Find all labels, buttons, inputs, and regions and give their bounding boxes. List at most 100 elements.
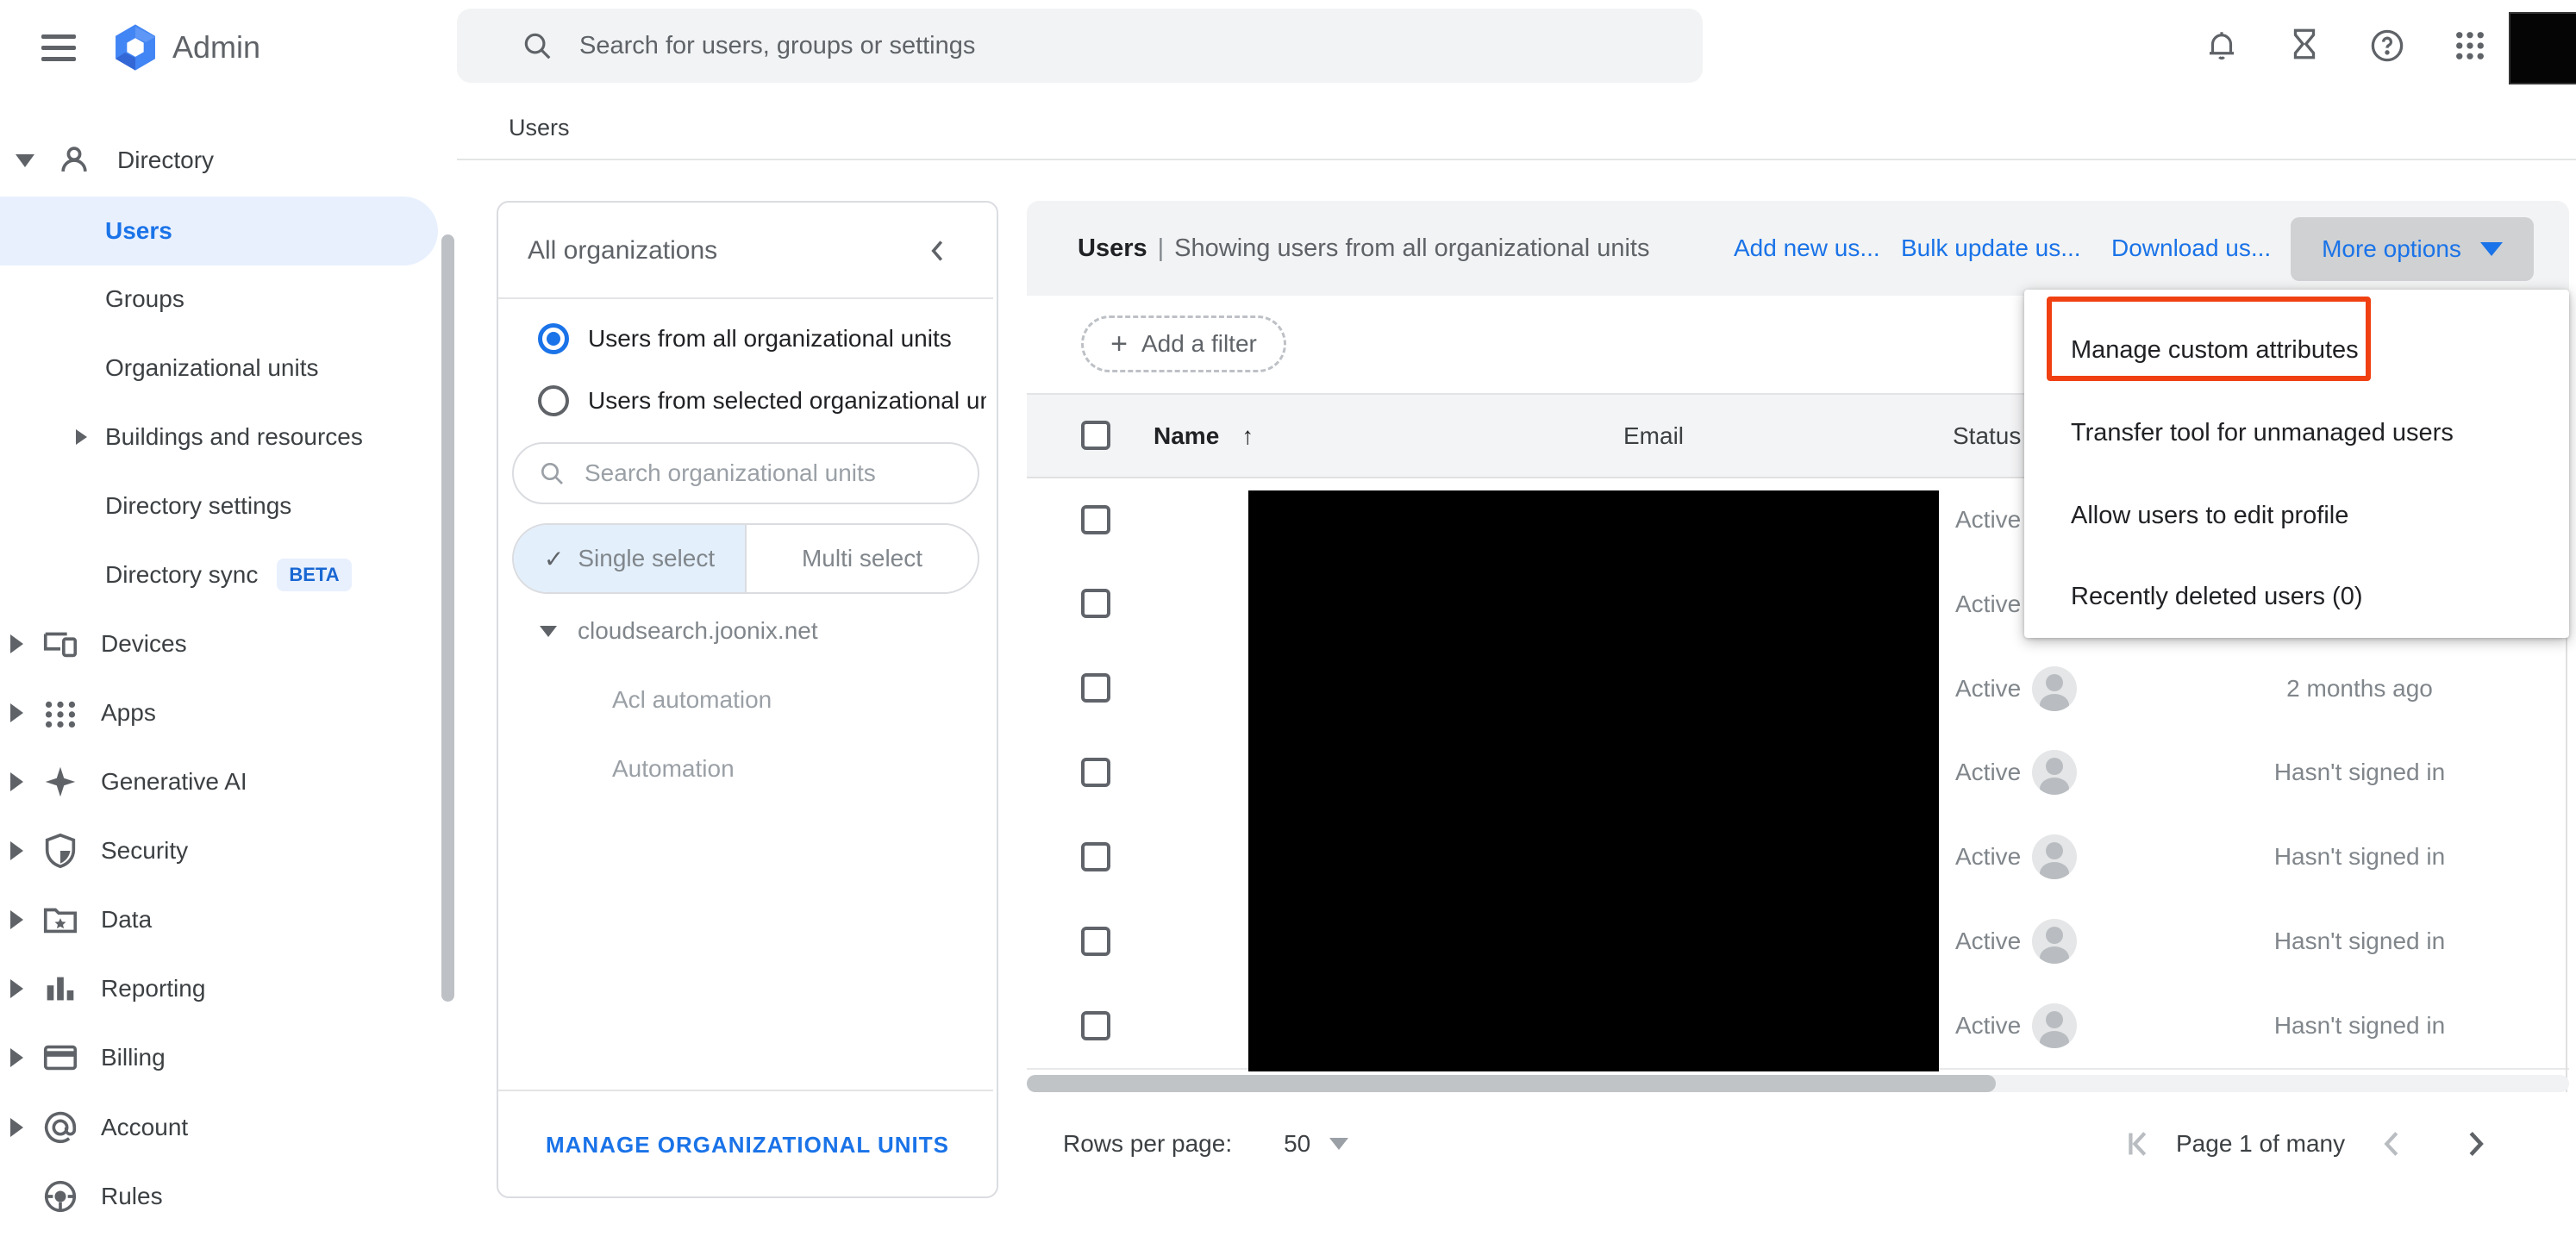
sidebar-item-groups[interactable]: Groups: [105, 265, 184, 334]
row-checkbox[interactable]: [1081, 673, 1110, 703]
chevron-right-icon: [10, 634, 23, 653]
sort-ascending-icon: ↑: [1241, 422, 1254, 450]
hourglass-icon[interactable]: [2286, 26, 2323, 62]
status-cell: Active: [1955, 646, 2021, 730]
global-search-placeholder: Search for users, groups or settings: [579, 32, 975, 60]
plus-icon: +: [1110, 328, 1128, 361]
column-header-email[interactable]: Email: [1623, 393, 1684, 478]
chevron-right-icon: [76, 429, 87, 445]
column-header-name[interactable]: Name ↑: [1154, 393, 1254, 478]
status-cell: Active: [1955, 561, 2021, 646]
row-checkbox[interactable]: [1081, 842, 1110, 871]
menu-item-allow-edit-profile[interactable]: Allow users to edit profile: [2071, 502, 2348, 530]
last-sign-in-cell: Hasn't signed in: [2274, 984, 2445, 1068]
sidebar-item-buildings-resources[interactable]: Buildings and resources: [76, 403, 363, 472]
org-units-search-input[interactable]: Search organizational units: [512, 442, 979, 504]
last-sign-in-cell: 2 months ago: [2286, 646, 2433, 730]
sidebar-item-data[interactable]: Data: [10, 885, 152, 954]
notifications-bell-icon[interactable]: [2204, 28, 2240, 64]
last-sign-in-cell: Hasn't signed in: [2274, 815, 2445, 899]
radio-all-org-units[interactable]: Users from all organizational units: [538, 308, 952, 370]
sidebar-item-users[interactable]: Users: [0, 197, 438, 265]
manage-org-units-button[interactable]: MANAGE ORGANIZATIONAL UNITS: [546, 1132, 949, 1159]
sidebar-scrollbar[interactable]: [441, 234, 454, 1002]
org-tree-item[interactable]: Automation: [612, 739, 735, 799]
sidebar-item-apps[interactable]: Apps: [10, 678, 156, 747]
rows-per-page-caret-icon[interactable]: [1329, 1138, 1348, 1150]
chevron-right-icon: [10, 1048, 23, 1067]
next-page-icon[interactable]: [2455, 1124, 2495, 1164]
menu-item-transfer-tool[interactable]: Transfer tool for unmanaged users: [2071, 419, 2454, 447]
devices-icon: [41, 624, 80, 664]
first-page-icon[interactable]: [2119, 1124, 2159, 1164]
horizontal-scrollbar-thumb[interactable]: [1027, 1075, 1996, 1092]
sidebar-item-devices[interactable]: Devices: [10, 609, 187, 678]
sidebar-item-organizational-units[interactable]: Organizational units: [105, 334, 318, 403]
add-filter-button[interactable]: + Add a filter: [1081, 315, 1286, 372]
rows-per-page-value[interactable]: 50: [1284, 1130, 1310, 1158]
org-panel-title: All organizations: [528, 227, 717, 275]
folder-star-icon: [41, 900, 80, 940]
status-cell: Active: [1955, 730, 2021, 815]
horizontal-scrollbar-track[interactable]: [1027, 1075, 2569, 1092]
account-avatar[interactable]: [2509, 12, 2576, 84]
chevron-right-icon: [10, 841, 23, 860]
column-header-status[interactable]: Status: [1953, 393, 2021, 478]
credit-card-icon: [41, 1038, 80, 1077]
more-options-button[interactable]: More options: [2291, 217, 2534, 281]
sidebar-item-security[interactable]: Security: [10, 816, 188, 885]
last-sign-in-cell: Hasn't signed in: [2274, 730, 2445, 815]
chevron-down-icon: [540, 626, 557, 637]
org-tree-domain-row[interactable]: cloudsearch.joonix.net: [540, 601, 818, 661]
sidebar-item-generative-ai[interactable]: Generative AI: [10, 747, 247, 816]
shield-icon: [41, 831, 80, 871]
avatar: [2032, 1003, 2077, 1048]
bulk-update-users-link[interactable]: Bulk update us...: [1901, 201, 2081, 296]
multi-select-option[interactable]: Multi select: [747, 525, 978, 592]
row-checkbox[interactable]: [1081, 927, 1110, 956]
status-cell: Active: [1955, 899, 2021, 984]
sidebar-item-directory-settings[interactable]: Directory settings: [105, 472, 291, 540]
select-all-checkbox[interactable]: [1081, 421, 1110, 450]
menu-item-recently-deleted[interactable]: Recently deleted users (0): [2071, 583, 2363, 611]
admin-console-screen: Admin Search for users, groups or settin…: [0, 0, 2576, 1243]
apps-icon: [41, 693, 80, 733]
sidebar-item-directory[interactable]: Directory: [10, 126, 450, 195]
sidebar-item-directory-sync[interactable]: Directory sync BETA: [105, 540, 352, 609]
row-checkbox[interactable]: [1081, 589, 1110, 618]
admin-logo-icon: [110, 22, 160, 72]
select-mode-toggle: ✓ Single select Multi select: [512, 523, 979, 594]
row-checkbox[interactable]: [1081, 758, 1110, 787]
redacted-block: [1248, 490, 1939, 1071]
row-checkbox[interactable]: [1081, 505, 1110, 534]
status-cell: Active: [1955, 478, 2021, 561]
previous-page-icon[interactable]: [2373, 1124, 2412, 1164]
global-search-bar[interactable]: Search for users, groups or settings: [457, 9, 1703, 83]
hamburger-menu-icon[interactable]: [41, 28, 76, 68]
directory-person-icon: [55, 141, 93, 179]
breadcrumb[interactable]: Users: [509, 103, 570, 152]
sidebar-item-billing[interactable]: Billing: [10, 1023, 166, 1092]
org-panel-footer-divider: [498, 1090, 993, 1091]
radio-selected-org-units[interactable]: Users from selected organizational units: [538, 370, 986, 432]
avatar: [2032, 919, 2077, 964]
download-users-link[interactable]: Download us...: [2111, 201, 2271, 296]
radio-on-icon: [538, 323, 569, 354]
annotation-highlight-box: [2047, 297, 2371, 381]
org-search-placeholder: Search organizational units: [585, 459, 876, 487]
add-new-user-link[interactable]: Add new us...: [1734, 201, 1880, 296]
content-top-divider: [457, 159, 2576, 160]
apps-grid-icon[interactable]: [2452, 28, 2488, 64]
sidebar-item-rules[interactable]: Rules: [10, 1162, 163, 1231]
help-icon[interactable]: [2369, 28, 2405, 64]
search-icon: [538, 459, 566, 487]
chevron-right-icon: [10, 703, 23, 722]
bar-chart-icon: [41, 969, 80, 1009]
org-tree-item[interactable]: Acl automation: [612, 670, 772, 730]
sidebar-item-account[interactable]: Account: [10, 1093, 188, 1162]
row-checkbox[interactable]: [1081, 1011, 1110, 1040]
single-select-option[interactable]: ✓ Single select: [514, 525, 747, 592]
collapse-panel-icon[interactable]: [922, 235, 953, 266]
sidebar-item-reporting[interactable]: Reporting: [10, 954, 205, 1023]
chevron-down-icon: [16, 154, 34, 167]
